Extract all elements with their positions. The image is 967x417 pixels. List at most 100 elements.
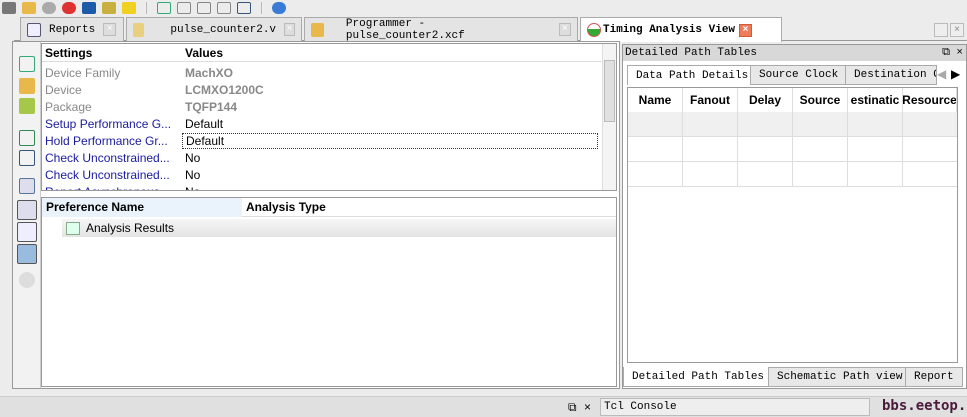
column-header-delay[interactable]: Delay — [738, 88, 793, 112]
tab-tcl-console[interactable]: Tcl Console — [600, 398, 870, 416]
preference-table: Preference Name Analysis Type Analysis R… — [41, 197, 617, 387]
close-icon[interactable]: × — [584, 400, 591, 414]
close-icon[interactable]: × — [956, 45, 963, 61]
export-icon[interactable] — [19, 56, 35, 72]
tree-icon[interactable] — [19, 150, 35, 166]
tab-source-clock[interactable]: Source Clock — [750, 65, 848, 85]
settings-row[interactable]: Report Asynchronous...No — [42, 183, 602, 191]
graph-icon[interactable] — [17, 222, 37, 242]
table-row[interactable] — [628, 137, 957, 162]
column-header-analysis-type[interactable]: Analysis Type — [242, 200, 326, 214]
toolbar-separator — [261, 1, 262, 14]
reports-icon — [27, 22, 41, 37]
gear-icon[interactable] — [2, 1, 16, 14]
close-icon[interactable]: × — [950, 23, 964, 37]
bottom-dock: ⧉ × Tcl Console bbs.eetop.cn — [0, 396, 967, 417]
tab-programmer[interactable]: Programmer - pulse_counter2.xcf × — [304, 17, 578, 42]
tree-row-analysis-results[interactable]: Analysis Results — [62, 219, 616, 237]
setting-value[interactable]: No — [182, 168, 200, 182]
step-icon[interactable] — [197, 1, 211, 14]
settings-row[interactable]: Hold Performance Gr... Default — [42, 132, 602, 149]
tab-report[interactable]: Report — [905, 367, 963, 387]
detailed-path-tables-panel: Detailed Path Tables ⧉ × Data Path Detai… — [622, 44, 967, 389]
restore-icon[interactable] — [934, 23, 948, 37]
setting-value: MachXO — [185, 65, 234, 80]
refresh-disabled-icon — [19, 272, 35, 288]
close-icon[interactable]: × — [558, 23, 571, 36]
vertical-scrollbar[interactable] — [602, 44, 616, 190]
tab-detailed-path-tables[interactable]: Detailed Path Tables — [623, 367, 774, 387]
tab-label: Destination C — [854, 69, 937, 81]
settings-row[interactable]: Setup Performance G... Default — [42, 115, 602, 132]
setting-key: Check Unconstrained... — [45, 150, 170, 165]
setting-value[interactable]: No — [182, 151, 200, 165]
tab-data-path-details[interactable]: Data Path Details — [627, 65, 758, 85]
report-chart-icon[interactable] — [17, 200, 37, 220]
edit-star-icon[interactable] — [19, 98, 35, 114]
panel-title: Detailed Path Tables — [625, 47, 758, 59]
swap-icon[interactable] — [217, 1, 231, 14]
column-header-resource[interactable]: Resource — [903, 88, 957, 112]
settings-header: Settings Values — [42, 44, 602, 62]
setting-value[interactable]: Default — [182, 117, 223, 131]
globe-icon[interactable] — [272, 1, 286, 14]
run-icon[interactable] — [102, 1, 116, 14]
tab-label: Data Path Details — [636, 69, 749, 82]
settings-row[interactable]: Check Unconstrained... No — [42, 166, 602, 183]
add-panel-icon[interactable] — [157, 1, 171, 14]
tab-label: Source Clock — [759, 69, 839, 81]
setting-key: Check Unconstrained... — [45, 167, 170, 182]
wand-icon[interactable] — [122, 1, 136, 14]
column-header-name[interactable]: Name — [628, 88, 683, 112]
document-icon[interactable] — [17, 244, 37, 264]
table-row[interactable] — [628, 162, 957, 187]
layout-icon[interactable] — [237, 1, 251, 14]
tab-destination-clock[interactable]: Destination C — [845, 65, 937, 85]
restore-icon[interactable]: ⧉ — [942, 45, 950, 61]
tab-label: pulse_counter2.v — [170, 23, 277, 36]
close-icon[interactable]: × — [103, 23, 117, 36]
close-icon[interactable]: × — [739, 23, 753, 37]
column-header-preference-name[interactable]: Preference Name — [42, 197, 242, 217]
table-row[interactable] — [628, 112, 957, 137]
tab-reports[interactable]: Reports × — [20, 17, 124, 41]
tab-label: Tcl Console — [604, 401, 677, 413]
clock-chip-icon[interactable] — [19, 78, 35, 94]
column-header-settings[interactable]: Settings — [42, 46, 182, 60]
scroll-thumb[interactable] — [604, 60, 615, 122]
side-toolbar — [13, 42, 41, 388]
edit-icon — [133, 22, 145, 37]
watermark: bbs.eetop.cn — [882, 398, 967, 414]
disabled-icon[interactable] — [42, 1, 56, 14]
panel-icon[interactable] — [177, 1, 191, 14]
restore-icon[interactable]: ⧉ — [568, 400, 577, 415]
path-icon[interactable] — [19, 130, 35, 146]
scroll-right-icon[interactable]: ▶ — [951, 67, 960, 81]
toolbar-separator — [146, 1, 147, 14]
setting-key: Package — [45, 99, 92, 114]
settings-row[interactable]: Check Unconstrained... No — [42, 149, 602, 166]
close-icon[interactable]: × — [284, 23, 295, 36]
chip-icon[interactable] — [22, 1, 36, 14]
tab-pulse-counter2-v[interactable]: pulse_counter2.v × — [126, 17, 302, 41]
preference-header: Preference Name Analysis Type — [42, 197, 616, 217]
settings-row[interactable]: Device LCMXO1200C — [42, 81, 602, 98]
settings-row[interactable]: Device Family MachXO — [42, 64, 602, 81]
editor-tabs: Reports × pulse_counter2.v × Programmer … — [14, 17, 967, 42]
setting-value[interactable]: No — [182, 185, 200, 191]
list-icon[interactable] — [19, 178, 35, 194]
main-toolbar — [0, 0, 967, 15]
column-header-destination[interactable]: estinatic — [848, 88, 903, 112]
setting-value-focused[interactable]: Default — [182, 132, 598, 149]
column-header-fanout[interactable]: Fanout — [683, 88, 738, 112]
settings-row[interactable]: Package TQFP144 — [42, 98, 602, 115]
column-header-source[interactable]: Source — [793, 88, 848, 112]
tab-timing-analysis-view[interactable]: Timing Analysis View × — [580, 17, 782, 42]
text-a-icon[interactable] — [82, 1, 96, 14]
refresh-icon[interactable] — [62, 1, 76, 14]
tab-schematic-path-view[interactable]: Schematic Path view — [768, 367, 912, 387]
column-header-values[interactable]: Values — [182, 46, 223, 60]
scroll-left-icon[interactable]: ◀ — [937, 67, 946, 81]
tab-label: Schematic Path view — [777, 371, 903, 383]
tab-label: Programmer - pulse_counter2.xcf — [345, 17, 465, 42]
